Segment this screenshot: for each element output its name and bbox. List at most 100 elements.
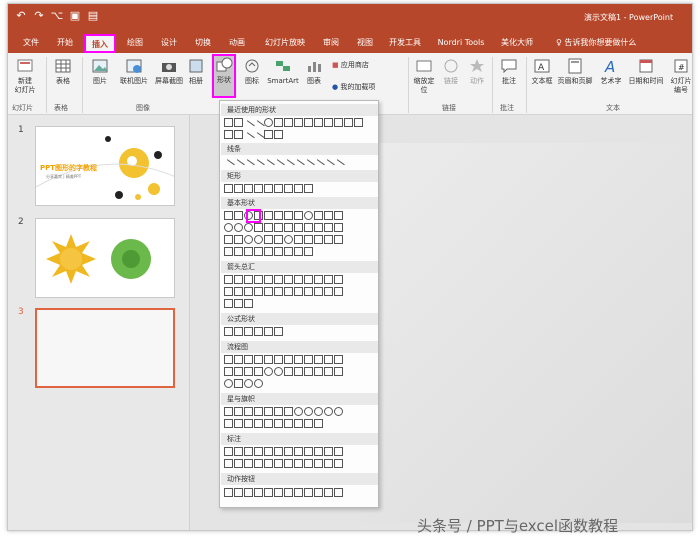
tab-view[interactable]: 视图 <box>352 34 378 53</box>
selected-shape-oval-highlight[interactable] <box>246 209 261 223</box>
arrows-row[interactable] <box>224 275 376 285</box>
section-callouts: 标注 <box>221 433 378 445</box>
basic-shapes-row[interactable] <box>224 235 376 245</box>
comment-button[interactable]: 批注 <box>498 57 520 86</box>
rectangles-row[interactable] <box>224 184 376 194</box>
my-addins-button[interactable]: ● 我的加载项 <box>332 83 392 92</box>
slide-thumbnail-3[interactable] <box>35 308 175 388</box>
group-divider <box>492 57 493 113</box>
comment-icon <box>501 59 517 74</box>
group-divider <box>82 57 83 113</box>
icons-button[interactable]: 图标 <box>242 57 262 86</box>
album-button[interactable]: 相册 <box>186 57 206 86</box>
flowchart-row[interactable] <box>224 367 376 377</box>
banners-row[interactable] <box>224 419 376 429</box>
datetime-button[interactable]: 日期和时间 <box>626 57 666 86</box>
online-picture-button[interactable]: 联机图片 <box>118 57 150 86</box>
tab-insert[interactable]: 插入 <box>84 34 116 53</box>
app-store-button[interactable]: ■ 应用商店 <box>332 61 386 70</box>
section-rectangles: 矩形 <box>221 170 378 182</box>
basic-shapes-row[interactable] <box>224 223 376 233</box>
undo-icon[interactable]: ↶ <box>14 9 28 22</box>
tab-transitions[interactable]: 切换 <box>190 34 216 53</box>
slide-thumbnail-2[interactable] <box>35 218 175 298</box>
tab-slideshow[interactable]: 幻灯片放映 <box>260 34 310 53</box>
slide-number-button[interactable]: # 幻灯片 编号 <box>668 57 692 95</box>
tab-review[interactable]: 审阅 <box>318 34 344 53</box>
slide-1-title: PPT图形的字教程 <box>40 164 98 172</box>
shapes-button[interactable]: 形状 <box>212 54 236 98</box>
section-stars-banners: 星与旗帜 <box>221 393 378 405</box>
slide-thumbnails-pane: 1 PPT图形的字教程 分享嘉宾 | 精美PPT 2 3 <box>8 115 190 530</box>
tab-draw[interactable]: 绘图 <box>122 34 148 53</box>
basic-shapes-row[interactable] <box>224 247 376 257</box>
recent-shapes-row[interactable] <box>224 130 376 145</box>
tab-home[interactable]: 开始 <box>52 34 78 53</box>
smartart-button[interactable]: SmartArt <box>266 57 300 86</box>
ribbon-tabs: 文件 开始 插入 绘图 设计 切换 动画 幻灯片放映 审阅 视图 开发工具 No… <box>8 31 692 53</box>
callouts-row[interactable] <box>224 459 376 469</box>
callouts-row[interactable] <box>224 447 376 457</box>
link-button[interactable]: 链接 <box>440 57 462 86</box>
lines-row[interactable] <box>222 157 376 172</box>
group-divider <box>408 57 409 113</box>
section-action-buttons: 动作按钮 <box>221 473 378 485</box>
star-icon <box>470 59 484 72</box>
arrows-row[interactable] <box>224 287 376 297</box>
link-icon <box>444 59 458 73</box>
redo-icon[interactable]: ↷ <box>32 9 46 22</box>
tab-beautify[interactable]: 美化大师 <box>498 34 536 53</box>
arrows-row[interactable] <box>224 299 376 309</box>
action-button[interactable]: 动作 <box>466 57 488 86</box>
picture-icon <box>92 59 108 73</box>
slide-thumbnail-1[interactable]: PPT图形的字教程 分享嘉宾 | 精美PPT <box>35 126 175 206</box>
textbox-icon: A <box>534 59 550 73</box>
powerpoint-window: ↶ ↷ ⌥ ▣ ▤ 演示文稿1 - PowerPoint 文件 开始 插入 绘图… <box>7 3 693 531</box>
chart-button[interactable]: 图表 <box>304 57 324 86</box>
tab-nordri-tools[interactable]: Nordri Tools <box>432 34 490 53</box>
present-icon[interactable]: ▤ <box>86 9 100 22</box>
action-buttons-row[interactable] <box>224 488 376 498</box>
recent-shapes-row[interactable] <box>224 118 376 133</box>
shapes-icon <box>216 57 233 72</box>
slide-number-icon: # <box>674 59 688 73</box>
zoom-button[interactable]: 缩放定 位 <box>412 57 436 95</box>
quick-access-toolbar: ↶ ↷ ⌥ ▣ ▤ <box>14 9 100 22</box>
tab-animations[interactable]: 动画 <box>224 34 250 53</box>
group-divider <box>526 57 527 113</box>
wordart-icon: A <box>604 58 615 75</box>
section-basic-shapes: 基本形状 <box>221 197 378 209</box>
slide-number-label: 1 <box>18 125 24 135</box>
tab-design[interactable]: 设计 <box>156 34 182 53</box>
album-icon <box>189 59 203 73</box>
wordart-button[interactable]: A 艺术字 <box>598 57 624 86</box>
stars-row[interactable] <box>224 407 376 417</box>
window-title: 演示文稿1 - PowerPoint <box>584 13 674 22</box>
section-recent-shapes: 最近使用的形状 <box>221 104 378 116</box>
slide-number-label: 2 <box>18 217 24 227</box>
new-slide-button[interactable]: 新建 幻灯片 <box>12 57 38 95</box>
title-bar: ↶ ↷ ⌥ ▣ ▤ 演示文稿1 - PowerPoint <box>8 4 692 31</box>
zoom-icon <box>416 60 432 72</box>
equation-shapes-row[interactable] <box>224 327 376 337</box>
flowchart-row[interactable] <box>224 355 376 365</box>
format-painter-icon[interactable]: ⌥ <box>50 9 64 22</box>
screenshot-button[interactable]: 屏幕截图 <box>152 57 186 86</box>
group-label-text: 文本 <box>606 104 620 112</box>
current-slide[interactable] <box>345 143 692 523</box>
flowchart-row[interactable] <box>224 379 376 389</box>
store-icon: ■ <box>332 61 341 69</box>
tab-file[interactable]: 文件 <box>18 34 44 53</box>
textbox-button[interactable]: A 文本框 <box>530 57 554 86</box>
picture-button[interactable]: 图片 <box>90 57 110 86</box>
section-lines: 线条 <box>221 143 378 155</box>
table-button[interactable]: 表格 <box>52 57 74 86</box>
svg-text:A: A <box>604 58 615 75</box>
section-equation-shapes: 公式形状 <box>221 313 378 325</box>
save-icon[interactable]: ▣ <box>68 9 82 22</box>
header-footer-button[interactable]: 页眉和页脚 <box>556 57 594 86</box>
calendar-icon <box>639 59 653 73</box>
tab-developer[interactable]: 开发工具 <box>386 34 424 53</box>
tell-me-search[interactable]: ♀ 告诉我你想要做什么 <box>556 37 636 48</box>
group-label-tables: 表格 <box>54 104 68 112</box>
